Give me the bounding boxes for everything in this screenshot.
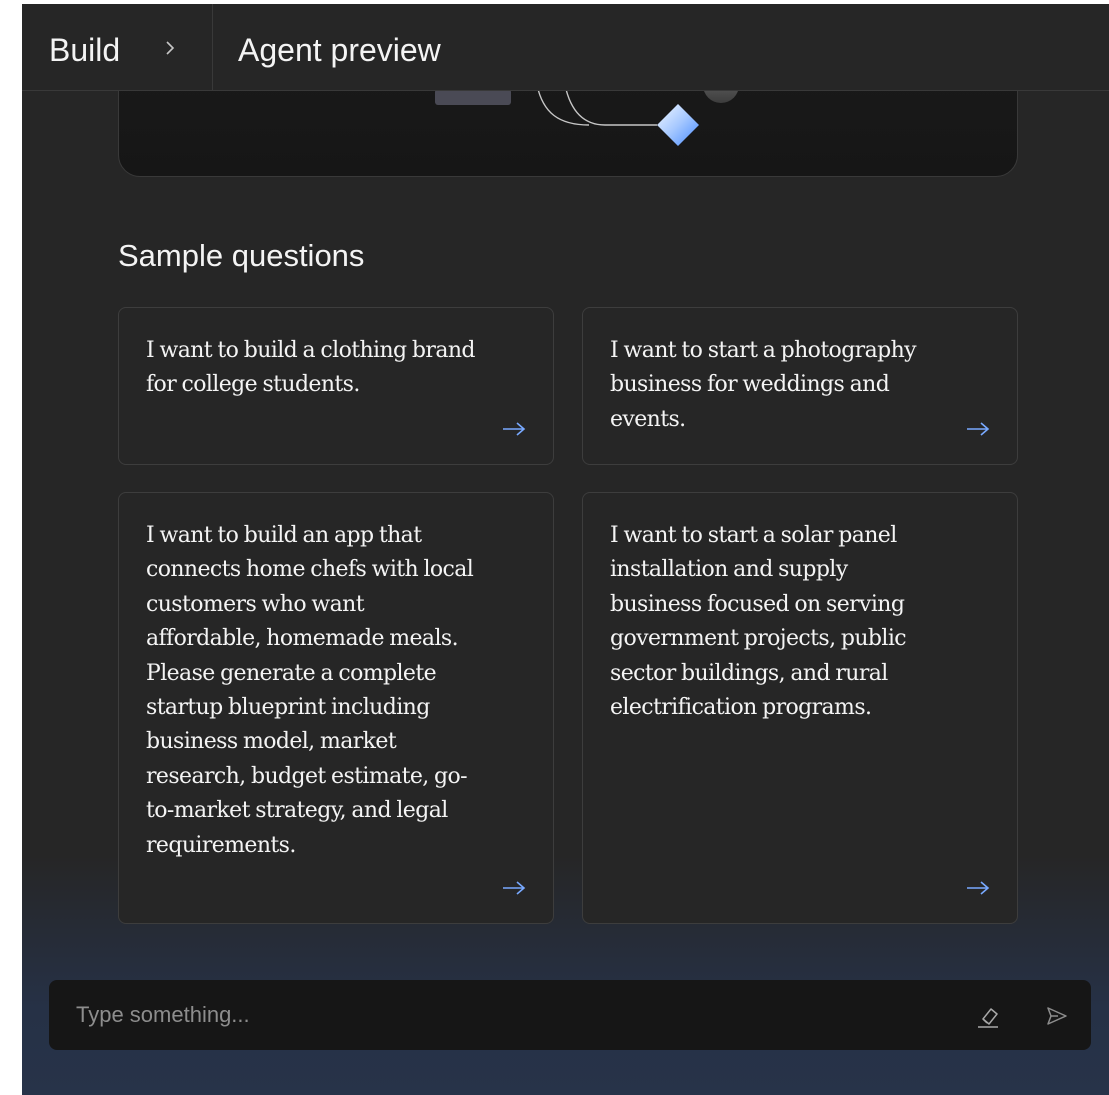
breadcrumb-divider bbox=[212, 4, 213, 90]
eraser-icon[interactable] bbox=[974, 1002, 1002, 1030]
sample-question-card[interactable]: I want to start a solar panel installati… bbox=[582, 492, 1018, 924]
sample-question-card[interactable]: I want to start a photography business f… bbox=[582, 307, 1018, 465]
sample-question-text: I want to build a clothing brand for col… bbox=[146, 338, 475, 398]
chat-input[interactable] bbox=[49, 980, 929, 1050]
arrow-right-icon bbox=[967, 422, 990, 436]
sample-question-card[interactable]: I want to build an app that connects hom… bbox=[118, 492, 554, 924]
send-icon[interactable] bbox=[1045, 1004, 1069, 1028]
page-title: Agent preview bbox=[238, 32, 441, 68]
sample-question-text: I want to start a photography business f… bbox=[610, 338, 917, 432]
sample-question-text: I want to build an app that connects hom… bbox=[146, 523, 474, 858]
sample-question-text: I want to start a solar panel installati… bbox=[610, 523, 907, 721]
chevron-right-icon bbox=[166, 41, 175, 55]
sample-questions-heading: Sample questions bbox=[118, 238, 365, 273]
agent-preview-panel: Build Agent preview Sample questions I w… bbox=[22, 4, 1109, 1095]
breadcrumb-build-link[interactable]: Build bbox=[49, 31, 120, 69]
arrow-right-icon bbox=[503, 881, 526, 895]
panel-header: Build Agent preview bbox=[22, 4, 1109, 91]
arrow-right-icon bbox=[967, 881, 990, 895]
chat-composer bbox=[49, 980, 1091, 1050]
arrow-right-icon bbox=[503, 422, 526, 436]
sample-question-card[interactable]: I want to build a clothing brand for col… bbox=[118, 307, 554, 465]
